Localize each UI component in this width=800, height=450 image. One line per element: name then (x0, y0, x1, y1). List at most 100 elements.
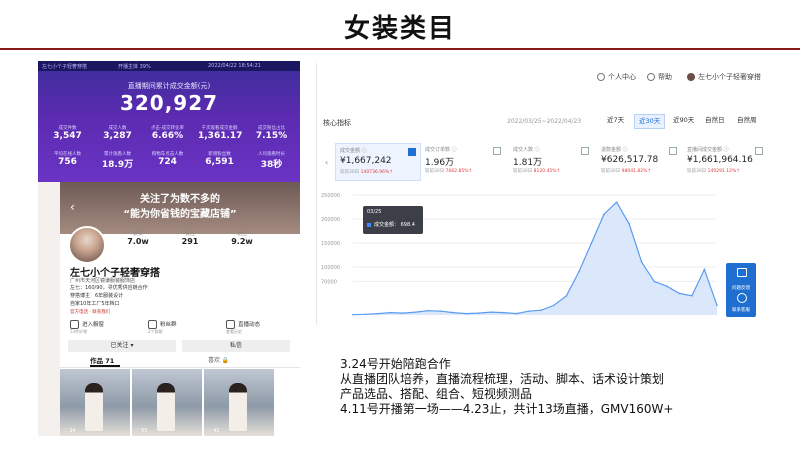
range-natural-day[interactable]: 自然日 (701, 114, 729, 127)
stat-likes: 获赞 7.0w (127, 231, 149, 246)
range-30d[interactable]: 近30天 (634, 114, 666, 129)
data-point[interactable] (628, 223, 630, 225)
checkbox-icon[interactable] (755, 147, 763, 155)
like-count: ♡ 55 (135, 428, 148, 434)
data-point[interactable] (352, 313, 354, 316)
data-point[interactable] (527, 310, 530, 312)
title-divider (0, 48, 800, 50)
tab-works[interactable]: 作品 71 (90, 355, 114, 365)
support-side-button[interactable]: 问题反馈 联系客服 (726, 263, 756, 317)
video-thumbnail[interactable]: ♡ 34 (60, 369, 130, 436)
tooltip-date: 03/25 (367, 209, 382, 215)
data-point[interactable] (515, 312, 517, 315)
checkbox-icon[interactable] (581, 147, 589, 155)
data-point[interactable] (716, 304, 718, 307)
data-point[interactable] (389, 311, 392, 314)
data-point[interactable] (553, 304, 555, 307)
y-tick-label: 70000 (321, 279, 337, 285)
data-point[interactable] (590, 242, 593, 244)
help-link[interactable]: 帮助 (647, 72, 672, 82)
range-7d[interactable]: 近7天 (603, 114, 628, 127)
data-point[interactable] (402, 312, 405, 314)
dashboard-metric: 累计观看人数 18.9万 (101, 152, 134, 170)
note-line: 从直播团队培养，直播流程梳理，活动、脚本、话术设计策划 (340, 372, 665, 386)
data-point[interactable] (414, 311, 417, 313)
data-point[interactable] (678, 292, 681, 295)
data-point[interactable] (640, 261, 643, 263)
chart-tooltip: 03/25 成交金额： 698.4 (363, 206, 423, 234)
slide-title: 女装类目 (343, 14, 456, 44)
range-90d[interactable]: 近90天 (669, 114, 698, 127)
metric-card-live-gmv[interactable]: 直播间成交金额 ⓘ ¥1,661,964.16 较前30日 140291.12%… (683, 143, 767, 179)
data-point[interactable] (703, 268, 706, 271)
message-button[interactable]: 私信 (182, 340, 290, 352)
cart-icon (70, 320, 79, 329)
data-point[interactable] (502, 311, 505, 314)
metric-card-orders[interactable]: 成交订单数 ⓘ 1.96万 较前30日 7662.85%↑ (421, 143, 505, 179)
stat-fans[interactable]: 粉丝 9.2w (220, 230, 264, 246)
profile-company: 广州市天河区镜谦服装服饰店 (70, 278, 136, 284)
data-point[interactable] (540, 309, 543, 311)
avatar (687, 73, 695, 81)
fan-group-button[interactable]: 粉丝群 2个群聊 (148, 320, 177, 335)
data-point[interactable] (691, 295, 693, 297)
checkbox-icon[interactable] (493, 147, 501, 155)
metric-card-gmv[interactable]: 成交金额 ⓘ ¥1,667,242 较前30日 140736.96%↑ (335, 143, 421, 181)
data-point[interactable] (427, 309, 430, 312)
dashboard-metric: 人均观看时长 38秒 (258, 152, 285, 170)
data-point[interactable] (377, 312, 379, 315)
profile-tabs: 作品 71 喜欢 🔒 (60, 355, 300, 368)
analytics-topbar: 个人中心 帮助 左七小个子轻奢穿搭 (317, 63, 767, 89)
y-tick-label: 150000 (321, 241, 340, 247)
stat-following[interactable]: 关注 291 (168, 230, 212, 246)
model-figure (157, 383, 175, 431)
dashboard-topbar: 左七小个子轻奢穿搭 开播主体 39% 2022/04/22 18:54:21 (38, 61, 300, 71)
data-point[interactable] (452, 311, 455, 314)
data-point[interactable] (565, 295, 568, 297)
data-point[interactable] (440, 310, 442, 312)
dashboard-metric: 成交人数 3,287 (103, 126, 132, 141)
live-dashboard: 左七小个子轻奢穿搭 开播主体 39% 2022/04/22 18:54:21 直… (38, 61, 300, 182)
video-thumbnail[interactable]: ♡ 55 (132, 369, 202, 436)
data-point[interactable] (615, 201, 618, 203)
range-natural-week[interactable]: 自然周 (733, 114, 761, 127)
dashboard-status: 开播主体 39% (118, 64, 151, 70)
model-figure (229, 383, 247, 431)
contact-label[interactable]: 联系客服 (726, 307, 756, 313)
feedback-label[interactable]: 问题反馈 (726, 285, 756, 291)
banner-line-1: 关注了为数不多的 (140, 194, 220, 205)
live-feed-button[interactable]: 直播动态 查看历史 (226, 320, 260, 335)
data-point[interactable] (665, 285, 668, 287)
metric-card-refund[interactable]: 退款金额 ⓘ ¥626,517.78 较前30日 98041.82%↑ (597, 143, 681, 179)
profile-actions: 进入橱窗 53件好物 粉丝群 2个群聊 直播动态 查看历史 (66, 320, 298, 338)
dashboard-metric: 平均在线人数 756 (54, 152, 81, 167)
note-line: 4.11号开播第一场——4.23止，共计13场直播，GMV160W+ (340, 402, 674, 416)
data-point[interactable] (490, 311, 492, 313)
tooltip-value: 成交金额： 698.4 (367, 221, 415, 228)
dashboard-account: 左七小个子轻奢穿搭 (42, 64, 88, 70)
showcase-button[interactable]: 进入橱窗 53件好物 (70, 320, 104, 335)
data-point[interactable] (477, 312, 480, 314)
note-line: 3.24号开始陪跑合作 (340, 357, 451, 371)
checkbox-icon[interactable] (669, 147, 677, 155)
chevron-left-icon[interactable]: ‹ (325, 158, 328, 167)
note-line: 产品选品、搭配、组合、短视频测品 (340, 387, 533, 401)
checkbox-icon[interactable] (408, 148, 416, 156)
data-point[interactable] (653, 280, 656, 283)
followed-button[interactable]: 已关注 ▾ (68, 340, 176, 352)
video-thumbnail[interactable]: ♡ 41 (204, 369, 274, 436)
group-icon (148, 320, 157, 329)
data-point[interactable] (603, 213, 605, 215)
case-notes: 3.24号开始陪跑合作 从直播团队培养，直播流程梳理，活动、脚本、话术设计策划 … (340, 357, 780, 417)
data-point[interactable] (364, 313, 367, 316)
contact-link[interactable]: 官方电话 · 联系我们 (70, 309, 110, 315)
account-menu[interactable]: 左七小个子轻奢穿搭 (687, 72, 761, 82)
tab-likes[interactable]: 喜欢 🔒 (208, 355, 229, 364)
data-point[interactable] (578, 271, 580, 273)
live-icon (226, 320, 235, 329)
personal-center-link[interactable]: 个人中心 (597, 72, 636, 82)
metric-card-buyers[interactable]: 成交人数 ⓘ 1.81万 较前30日 8120.45%↑ (509, 143, 593, 179)
avatar[interactable] (68, 226, 106, 264)
profile-banner: ‹ 关注了为数不多的 “能为你省钱的宝藏店铺” (60, 182, 300, 234)
data-point[interactable] (465, 312, 467, 315)
